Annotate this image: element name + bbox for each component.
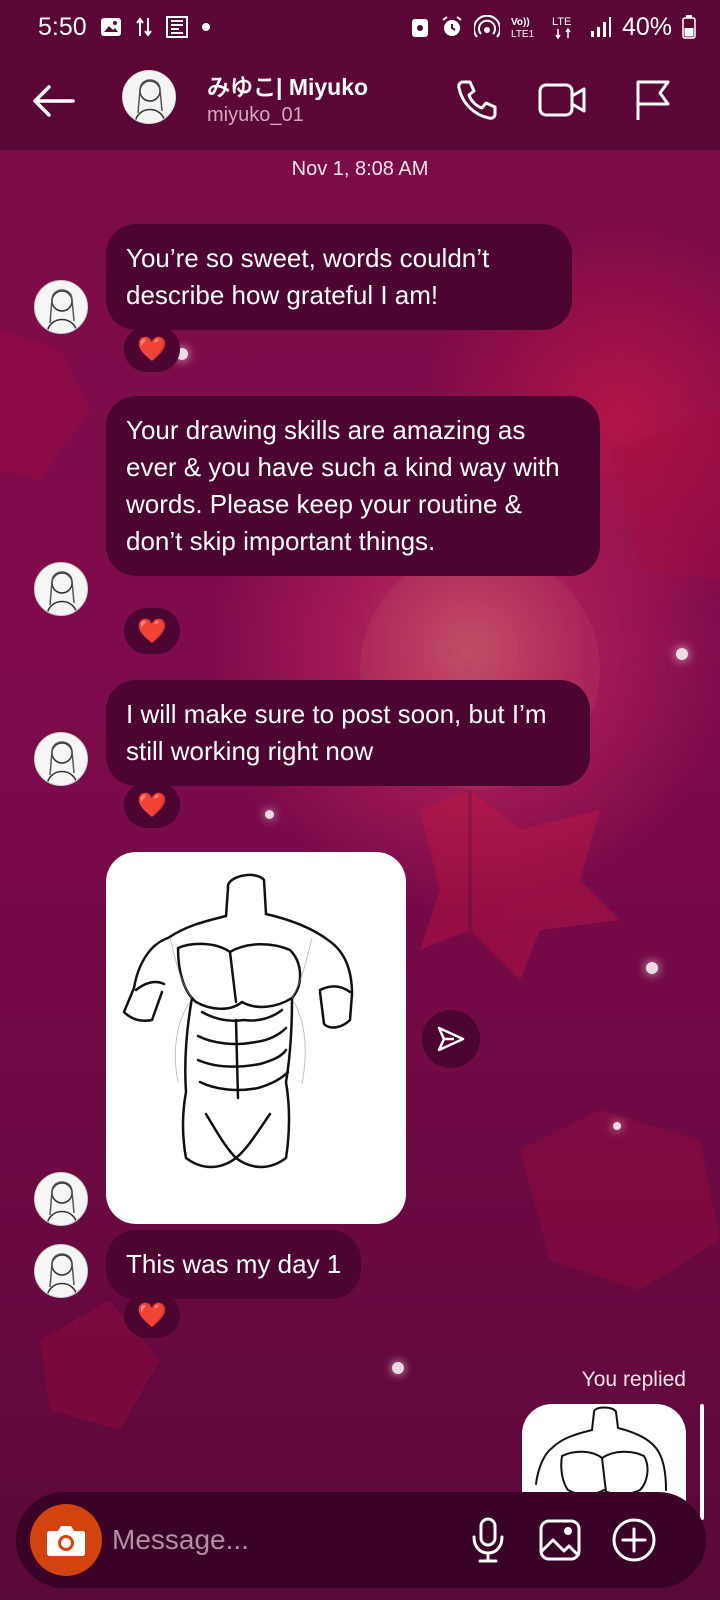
contact-name[interactable]: みゆこ| Miyuko	[207, 68, 368, 102]
app-notification-icon	[165, 15, 189, 39]
you-replied-label: You replied	[581, 1368, 686, 1391]
gallery-notification-icon	[99, 15, 123, 39]
send-icon	[437, 1026, 465, 1052]
contact-avatar[interactable]	[122, 70, 176, 124]
data-transfer-icon	[135, 16, 153, 38]
voice-message-button[interactable]	[460, 1512, 516, 1568]
sender-avatar[interactable]	[34, 1172, 88, 1226]
video-camera-icon	[538, 83, 586, 117]
gallery-button[interactable]	[532, 1512, 588, 1568]
flag-icon	[636, 80, 670, 120]
sparkle	[676, 648, 688, 660]
torso-sketch-image	[122, 873, 354, 1169]
heart-reaction[interactable]: ❤️	[124, 1292, 180, 1338]
svg-text:Vo)): Vo))	[511, 17, 530, 28]
message-input[interactable]	[112, 1514, 452, 1566]
reply-indicator-line	[700, 1404, 704, 1520]
plus-circle-icon	[612, 1518, 656, 1562]
sender-avatar[interactable]	[34, 732, 88, 786]
voice-call-button[interactable]	[451, 74, 503, 126]
sender-avatar[interactable]	[34, 1244, 88, 1298]
background-decoration	[0, 330, 720, 1430]
heart-reaction[interactable]: ❤️	[124, 782, 180, 828]
dot-icon	[201, 22, 211, 32]
status-bar: 5:50 Vo)) LTE1 LTE 40%	[0, 0, 720, 54]
chat-header: みゆこ| Miyuko miyuko_01	[0, 54, 720, 150]
volte-icon: Vo)) LTE1	[510, 15, 540, 39]
camera-button[interactable]	[30, 1504, 102, 1576]
share-button[interactable]	[422, 1010, 480, 1068]
svg-text:LTE: LTE	[552, 16, 571, 28]
microphone-icon	[472, 1517, 504, 1563]
sparkle	[392, 1362, 404, 1374]
message-bubble[interactable]: You’re so sweet, words couldn’t describe…	[106, 224, 572, 330]
report-button[interactable]	[626, 74, 678, 126]
back-button[interactable]	[28, 76, 78, 126]
message-bubble[interactable]: I will make sure to post soon, but I’m s…	[106, 680, 590, 786]
battery-percent: 40%	[621, 12, 672, 41]
phone-icon	[457, 80, 497, 120]
message-bubble[interactable]: Your drawing skills are amazing as ever …	[106, 396, 600, 576]
signal-bars-icon	[590, 16, 612, 38]
sparkle	[265, 810, 274, 819]
battery-icon	[682, 15, 696, 39]
image-message[interactable]	[106, 852, 406, 1224]
sender-avatar[interactable]	[34, 562, 88, 616]
camera-icon	[47, 1526, 85, 1556]
lock-app-icon	[410, 15, 430, 39]
hotspot-icon	[473, 15, 500, 39]
svg-text:LTE1: LTE1	[511, 29, 535, 39]
sparkle	[646, 962, 658, 974]
more-options-button[interactable]	[606, 1512, 662, 1568]
heart-reaction[interactable]: ❤️	[124, 608, 180, 654]
status-time: 5:50	[38, 12, 87, 41]
heart-reaction[interactable]: ❤️	[124, 326, 180, 372]
date-separator: Nov 1, 8:08 AM	[291, 158, 429, 180]
message-bubble[interactable]: This was my day 1	[106, 1230, 362, 1299]
message-composer	[16, 1492, 706, 1588]
image-icon	[539, 1519, 581, 1561]
sender-avatar[interactable]	[34, 280, 88, 334]
sparkle	[613, 1122, 621, 1130]
lte-signal-icon: LTE	[550, 14, 580, 40]
video-call-button[interactable]	[536, 74, 588, 126]
back-arrow-icon	[33, 85, 75, 117]
alarm-icon	[440, 15, 464, 39]
contact-username[interactable]: miyuko_01	[207, 104, 304, 127]
